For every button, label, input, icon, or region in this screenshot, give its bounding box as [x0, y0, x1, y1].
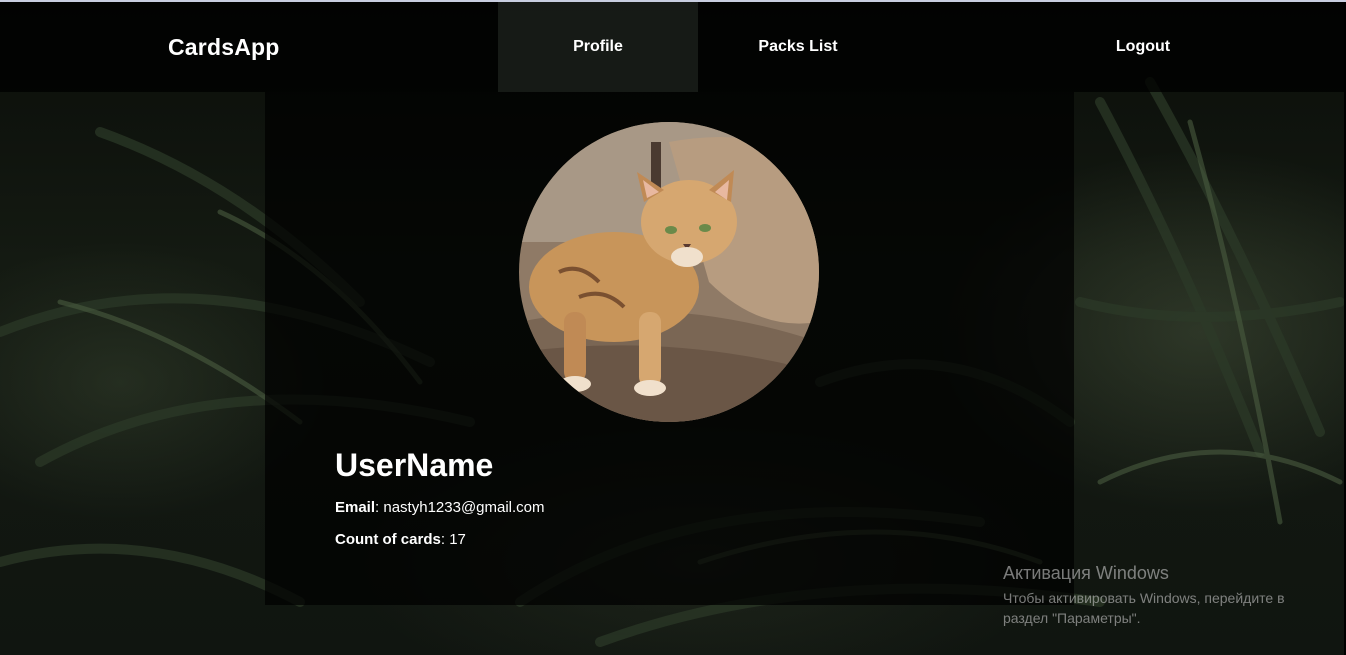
profile-card-count: Count of cards: 17	[335, 531, 466, 548]
profile-username: UserName	[335, 447, 494, 483]
card-count-value: 17	[449, 531, 466, 548]
nav-logout[interactable]: Logout	[1043, 2, 1243, 92]
top-navbar: CardsApp Profile Packs List Logout	[0, 2, 1344, 92]
profile-card: UserName Email: nastyh1233@gmail.com Cou…	[265, 92, 1074, 605]
email-value: nastyh1233@gmail.com	[383, 499, 545, 516]
windows-activation-watermark: Активация Windows Чтобы активировать Win…	[1003, 563, 1323, 628]
nav-packs-list[interactable]: Packs List	[698, 2, 898, 92]
avatar	[519, 122, 819, 422]
profile-email: Email: nastyh1233@gmail.com	[335, 499, 545, 516]
card-count-label: Count of cards	[335, 531, 441, 548]
nav-profile[interactable]: Profile	[498, 2, 698, 92]
watermark-text: Чтобы активировать Windows, перейдите в …	[1003, 590, 1285, 626]
watermark-title: Активация Windows	[1003, 563, 1169, 583]
cat-photo-icon	[519, 122, 819, 422]
email-label: Email	[335, 499, 376, 516]
app-logo[interactable]: CardsApp	[168, 34, 280, 61]
